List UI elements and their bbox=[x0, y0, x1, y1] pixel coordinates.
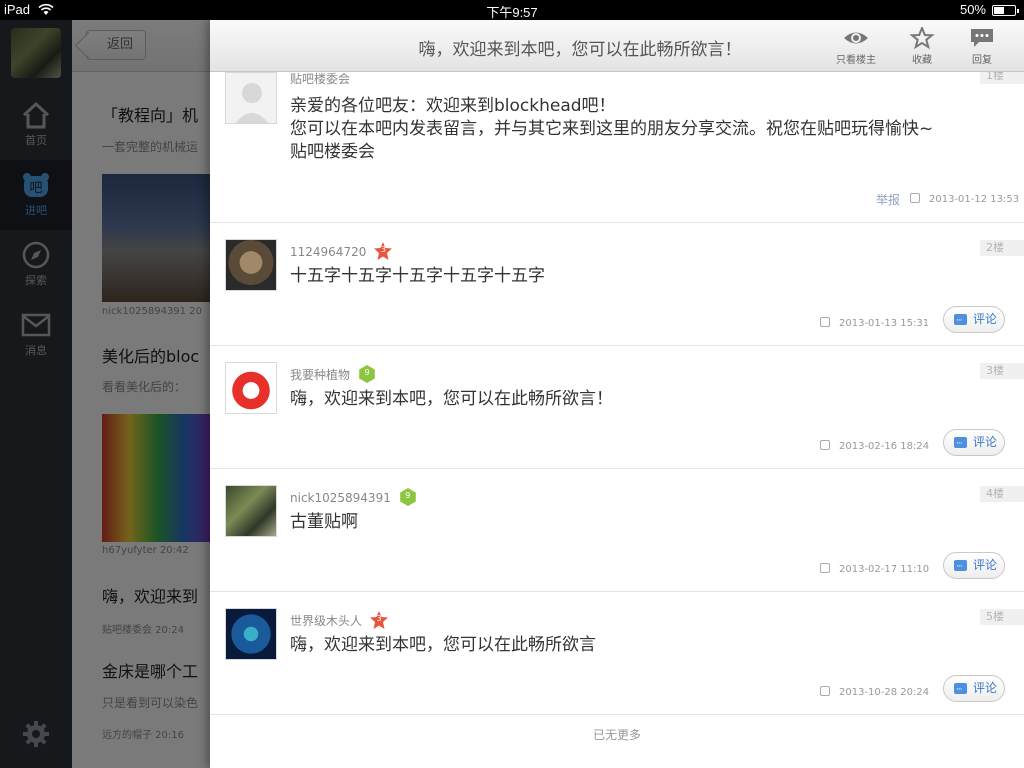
user-avatar[interactable] bbox=[225, 485, 277, 537]
post-floor-3: 我要种植物 9 3楼 嗨，欢迎来到本吧，您可以在此畅所欲言！ 2013-02-16… bbox=[210, 346, 1024, 469]
reply-icon bbox=[971, 29, 993, 47]
comment-label: 评论 bbox=[973, 312, 998, 326]
post-floor-5: 世界级木头人 3 5楼 嗨，欢迎来到本吧，您可以在此畅所欲言 2013-10-28… bbox=[210, 592, 1024, 715]
comment-button[interactable]: 评论 bbox=[943, 552, 1005, 580]
comment-label: 评论 bbox=[973, 681, 998, 695]
only-op-button[interactable]: 只看楼主 bbox=[831, 27, 881, 66]
level-badge: 9 bbox=[358, 365, 376, 383]
report-link[interactable]: 举报 bbox=[876, 191, 900, 208]
default-avatar-icon bbox=[225, 72, 277, 124]
post-date-text: 2013-02-16 18:24 bbox=[839, 441, 930, 452]
dim-overlay[interactable] bbox=[0, 20, 210, 768]
favorite-label: 收藏 bbox=[912, 55, 932, 66]
user-avatar[interactable] bbox=[225, 362, 277, 414]
post-floor-number: 4楼 bbox=[980, 486, 1024, 502]
post-username-text: 1124964720 bbox=[290, 245, 367, 259]
post-username[interactable]: 世界级木头人 3 bbox=[290, 611, 389, 629]
post-date-text: 2013-02-17 11:10 bbox=[839, 564, 930, 575]
post-floor-number: 2楼 bbox=[980, 240, 1024, 256]
post-date: 2013-01-13 15:31 bbox=[820, 317, 929, 329]
clock: 下午9:57 bbox=[486, 5, 538, 20]
clock-icon bbox=[820, 686, 830, 696]
thread-panel: 贴吧楼委会 1楼 亲爱的各位吧友：欢迎来到blockhead吧！ 您可以在本吧内… bbox=[210, 20, 1024, 768]
post-username[interactable]: nick1025894391 9 bbox=[290, 488, 417, 506]
post-username[interactable]: 贴吧楼委会 bbox=[290, 70, 350, 87]
status-bar: iPad 下午9:57 50% bbox=[0, 0, 1024, 20]
post-date: 2013-10-28 20:24 bbox=[820, 686, 929, 698]
clock-icon bbox=[820, 440, 830, 450]
thread-header: 嗨，欢迎来到本吧，您可以在此畅所欲言！ 只看楼主 收藏 回复 bbox=[210, 20, 1024, 72]
level-badge: 3 bbox=[374, 242, 393, 260]
post-content: 亲爱的各位吧友：欢迎来到blockhead吧！ 您可以在本吧内发表留言，并与其它… bbox=[290, 96, 934, 162]
clock-icon bbox=[910, 193, 920, 203]
level-number: 3 bbox=[376, 614, 382, 623]
post-username-text: nick1025894391 bbox=[290, 491, 391, 505]
post-content: 十五字十五字十五字十五字十五字 bbox=[290, 266, 545, 286]
favorite-button[interactable]: 收藏 bbox=[897, 27, 947, 66]
comment-button[interactable]: 评论 bbox=[943, 429, 1005, 457]
level-number: 3 bbox=[380, 245, 386, 254]
post-date-text: 2013-01-12 13:53 bbox=[929, 194, 1020, 205]
no-more-label: 已无更多 bbox=[592, 728, 641, 742]
user-avatar[interactable] bbox=[225, 239, 277, 291]
reply-button[interactable]: 回复 bbox=[957, 27, 1007, 66]
post-floor-number: 5楼 bbox=[980, 609, 1024, 625]
comment-icon bbox=[954, 555, 967, 580]
comment-icon bbox=[954, 432, 967, 457]
only-op-label: 只看楼主 bbox=[836, 55, 876, 66]
reply-label: 回复 bbox=[972, 55, 992, 66]
star-icon bbox=[909, 27, 935, 49]
comment-icon bbox=[954, 678, 967, 703]
post-floor-4: nick1025894391 9 4楼 古董贴啊 2013-02-17 11:10… bbox=[210, 469, 1024, 592]
post-username-text: 世界级木头人 bbox=[290, 614, 363, 628]
level-badge: 3 bbox=[370, 611, 389, 629]
post-date: 2013-01-12 13:53 bbox=[910, 193, 1019, 205]
post-floor-number: 3楼 bbox=[980, 363, 1024, 379]
post-content: 嗨，欢迎来到本吧，您可以在此畅所欲言 bbox=[290, 635, 596, 655]
clock-icon bbox=[820, 563, 830, 573]
post-floor-1: 贴吧楼委会 1楼 亲爱的各位吧友：欢迎来到blockhead吧！ 您可以在本吧内… bbox=[210, 62, 1024, 223]
comment-label: 评论 bbox=[973, 558, 998, 572]
clock-icon bbox=[820, 317, 830, 327]
post-date-text: 2013-10-28 20:24 bbox=[839, 687, 930, 698]
post-username[interactable]: 我要种植物 9 bbox=[290, 365, 376, 383]
comment-button[interactable]: 评论 bbox=[943, 675, 1005, 703]
battery-icon bbox=[992, 5, 1019, 16]
post-date-text: 2013-01-13 15:31 bbox=[839, 318, 930, 329]
comment-icon bbox=[954, 309, 967, 334]
level-badge: 9 bbox=[399, 488, 417, 506]
post-username[interactable]: 1124964720 3 bbox=[290, 242, 393, 260]
post-date: 2013-02-17 11:10 bbox=[820, 563, 929, 575]
battery-percent: 50% bbox=[959, 2, 986, 17]
post-content: 嗨，欢迎来到本吧，您可以在此畅所欲言！ bbox=[290, 389, 613, 409]
post-content: 古董贴啊 bbox=[290, 512, 358, 532]
level-number: 9 bbox=[405, 491, 411, 500]
post-date: 2013-02-16 18:24 bbox=[820, 440, 929, 452]
comment-button[interactable]: 评论 bbox=[943, 306, 1005, 334]
user-avatar[interactable] bbox=[225, 608, 277, 660]
post-username-text: 我要种植物 bbox=[290, 368, 351, 382]
level-number: 9 bbox=[364, 368, 370, 377]
post-floor-2: 1124964720 3 2楼 十五字十五字十五字十五字十五字 2013-01-1… bbox=[210, 223, 1024, 346]
comment-label: 评论 bbox=[973, 435, 998, 449]
eye-icon bbox=[844, 32, 868, 44]
